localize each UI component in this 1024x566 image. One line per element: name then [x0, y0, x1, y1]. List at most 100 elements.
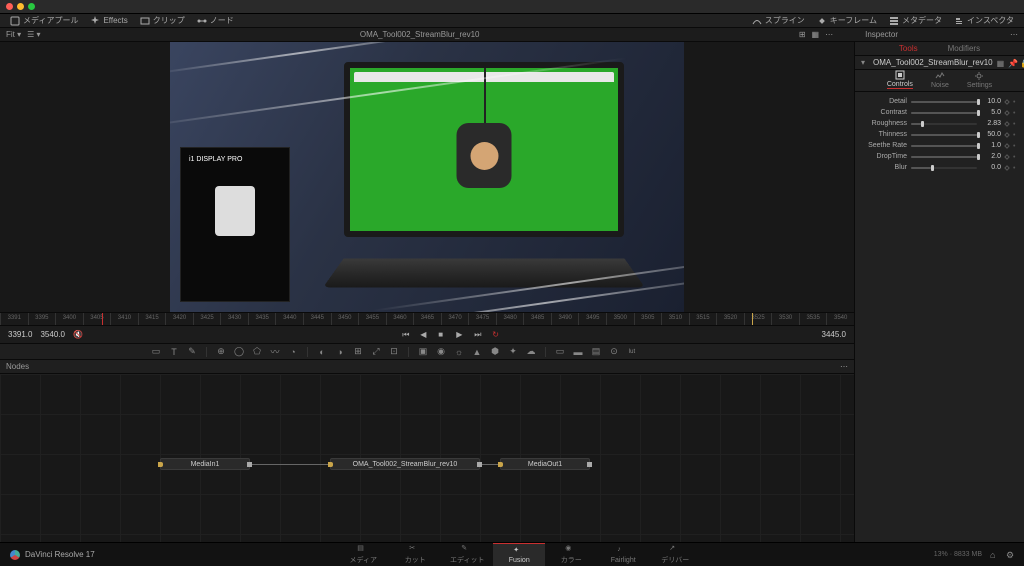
project-settings-icon[interactable]: ⚙ — [1006, 550, 1016, 560]
tab-tools[interactable]: Tools — [899, 44, 918, 53]
param-value[interactable]: 0.0 — [981, 164, 1001, 171]
clips-toggle[interactable]: クリップ — [134, 14, 191, 27]
viewer[interactable]: i1 DISPLAY PRO — [0, 42, 854, 312]
home-icon[interactable]: ⌂ — [990, 550, 1000, 560]
zoom-window-icon[interactable] — [28, 3, 35, 10]
param-slider[interactable] — [911, 156, 977, 158]
nodes-toggle[interactable]: ノード — [191, 14, 240, 27]
loop-button[interactable]: ↻ — [492, 330, 502, 340]
fit-dropdown[interactable]: Fit ▾ — [6, 30, 21, 39]
node-output-port[interactable] — [477, 462, 482, 467]
viewer-b-icon[interactable]: ▦ — [812, 30, 820, 39]
inspector-more-icon[interactable]: ⋯ — [1010, 30, 1018, 39]
node-graph[interactable]: MediaIn1 OMA_Tool002_StreamBlur_rev10 Medi… — [0, 374, 854, 542]
viewer-options-icon[interactable]: ☰ ▾ — [27, 30, 40, 39]
reset-icon[interactable]: • — [1013, 99, 1018, 104]
particle-tool-icon[interactable]: ✦ — [507, 346, 519, 358]
page-fusion[interactable]: ✦Fusion — [493, 543, 545, 566]
3d-tool-icon[interactable]: ▣ — [417, 346, 429, 358]
ellipse-tool-icon[interactable]: ◔ — [287, 346, 299, 358]
tab-noise[interactable]: Noise — [931, 71, 949, 89]
param-slider[interactable] — [911, 145, 977, 147]
merge-tool-icon[interactable]: ⊞ — [352, 346, 364, 358]
paint-tool-icon[interactable]: ✎ — [186, 346, 198, 358]
shape-tool-icon[interactable]: ▲ — [471, 346, 483, 358]
keyframe-icon[interactable] — [1004, 165, 1010, 171]
render-tool-icon[interactable]: ⬢ — [489, 346, 501, 358]
node-input-port[interactable] — [328, 462, 333, 467]
param-value[interactable]: 50.0 — [981, 131, 1001, 138]
audio-icon[interactable]: 🔇 — [73, 330, 83, 339]
step-back-button[interactable]: ◀ — [420, 330, 430, 340]
param-slider[interactable] — [911, 123, 977, 125]
param-slider[interactable] — [911, 112, 977, 114]
reset-icon[interactable]: • — [1013, 132, 1018, 137]
polygon-tool-icon[interactable]: ⬠ — [251, 346, 263, 358]
stop-button[interactable]: ■ — [438, 330, 448, 340]
saver-tool-icon[interactable]: ▬ — [572, 346, 584, 358]
resize-tool-icon[interactable]: ⊡ — [388, 346, 400, 358]
param-slider[interactable] — [911, 101, 977, 103]
node-input-port[interactable] — [498, 462, 503, 467]
in-frame[interactable]: 3391.0 — [8, 330, 32, 339]
colorcorrect-tool-icon[interactable]: ◑ — [334, 346, 346, 358]
page-cut[interactable]: ✂カット — [389, 543, 441, 566]
keyframe-icon[interactable] — [1004, 99, 1010, 105]
out-frame[interactable]: 3445.0 — [822, 330, 846, 339]
metadata-toggle[interactable]: メタデータ — [883, 14, 948, 27]
node-n3[interactable]: MediaOut1 — [500, 458, 590, 470]
chevron-down-icon[interactable]: ▾ — [861, 58, 865, 67]
transform-tool-icon[interactable]: ⤢ — [370, 346, 382, 358]
reset-icon[interactable]: • — [1013, 143, 1018, 148]
inspector-toggle[interactable]: インスペクタ — [948, 14, 1020, 27]
param-value[interactable]: 10.0 — [981, 98, 1001, 105]
param-value[interactable]: 1.0 — [981, 142, 1001, 149]
node-wire[interactable] — [480, 464, 500, 465]
tab-settings[interactable]: Settings — [967, 71, 992, 89]
node-n2[interactable]: OMA_Tool002_StreamBlur_rev10 — [330, 458, 480, 470]
play-button[interactable]: ▶ — [456, 330, 466, 340]
last-frame-button[interactable]: ⏭ — [474, 330, 484, 340]
keyframes-toggle[interactable]: キーフレーム — [811, 14, 883, 27]
page-fairlight[interactable]: ♪Fairlight — [597, 543, 649, 566]
viewer-more-icon[interactable]: ⋯ — [825, 30, 833, 39]
fog-tool-icon[interactable]: ☁ — [525, 346, 537, 358]
reset-icon[interactable]: • — [1013, 154, 1018, 159]
param-value[interactable]: 5.0 — [981, 109, 1001, 116]
time-ruler[interactable]: 3391339534003405341034153420342534303435… — [0, 312, 854, 326]
tab-controls[interactable]: Controls — [887, 70, 913, 89]
node-pin-icon[interactable]: 📌 — [1008, 59, 1016, 67]
first-frame-button[interactable]: ⏮ — [402, 330, 412, 340]
close-window-icon[interactable] — [6, 3, 13, 10]
reset-icon[interactable]: • — [1013, 110, 1018, 115]
spline-toggle[interactable]: スプライン — [746, 14, 811, 27]
node-n1[interactable]: MediaIn1 — [160, 458, 250, 470]
tracker-tool-icon[interactable]: ⊕ — [215, 346, 227, 358]
param-value[interactable]: 2.83 — [981, 120, 1001, 127]
keyframe-icon[interactable] — [1004, 121, 1010, 127]
lut-tool-icon[interactable]: lut — [626, 346, 638, 358]
mask-tool-icon[interactable]: ◯ — [233, 346, 245, 358]
bspline-tool-icon[interactable]: 〰 — [269, 346, 281, 358]
text-tool-icon[interactable]: T — [168, 346, 180, 358]
tab-modifiers[interactable]: Modifiers — [948, 44, 980, 53]
page-deliver[interactable]: ↗デリバー — [649, 543, 701, 566]
node-output-port[interactable] — [587, 462, 592, 467]
current-frame[interactable]: 3540.0 — [40, 330, 64, 339]
node-view-icon[interactable]: ▦ — [997, 59, 1005, 67]
reset-icon[interactable]: • — [1013, 165, 1018, 170]
effects-toggle[interactable]: Effects — [84, 14, 133, 27]
inspector-node-row[interactable]: ▾ OMA_Tool002_StreamBlur_rev10 ▦ 📌 🔒 — [855, 56, 1024, 70]
page-edit[interactable]: ✎エディット — [441, 543, 493, 566]
playhead[interactable] — [102, 313, 103, 325]
media-tool-icon[interactable]: ▤ — [590, 346, 602, 358]
node-output-port[interactable] — [247, 462, 252, 467]
page-color[interactable]: ◉カラー — [545, 543, 597, 566]
keyframe-icon[interactable] — [1004, 154, 1010, 160]
out-point[interactable] — [752, 313, 753, 325]
light-tool-icon[interactable]: ☼ — [453, 346, 465, 358]
param-slider[interactable] — [911, 167, 977, 169]
node-wire[interactable] — [250, 464, 330, 465]
node-lock-icon[interactable]: 🔒 — [1020, 59, 1024, 67]
viewer-a-icon[interactable]: ⊞ — [799, 30, 806, 39]
